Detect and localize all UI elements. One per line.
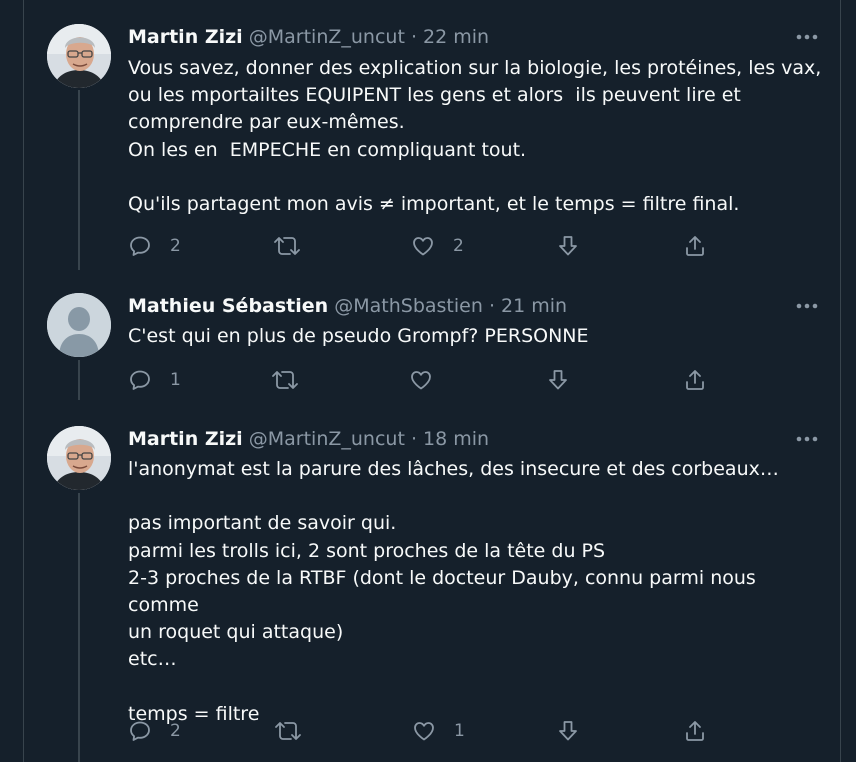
reply-button[interactable]: 2 <box>128 716 181 746</box>
tweet-actions: 1 <box>128 365 718 395</box>
reply-icon <box>130 370 150 390</box>
thread-line <box>78 360 80 400</box>
tweet-actions: 2 2 <box>128 231 718 261</box>
share-button[interactable] <box>683 716 707 746</box>
retweet-button[interactable] <box>271 365 317 395</box>
retweet-icon <box>272 371 298 389</box>
timestamp[interactable]: 22 min <box>423 26 489 48</box>
like-button[interactable]: 1 <box>412 716 465 746</box>
downvote-arrow-icon <box>559 236 577 256</box>
more-dots-icon[interactable] <box>794 294 820 318</box>
tweet-2[interactable]: Mathieu Sébastien @MathSbastien · 21 min… <box>24 270 840 400</box>
avatar[interactable] <box>47 293 111 357</box>
reply-count: 2 <box>170 236 181 256</box>
tweet-header: Martin Zizi @MartinZ_uncut · 18 min <box>128 427 820 451</box>
thread-line <box>78 493 80 762</box>
author-handle[interactable]: @MartinZ_uncut <box>249 428 405 450</box>
retweet-button[interactable] <box>274 716 320 746</box>
more-dots-icon[interactable] <box>794 427 820 451</box>
heart-icon <box>414 722 434 741</box>
separator-dot: · <box>410 26 417 48</box>
downvote-arrow-icon <box>549 370 567 390</box>
heart-icon <box>411 371 431 390</box>
timeline-page: Martin Zizi @MartinZ_uncut · 22 min Vous… <box>0 0 856 762</box>
downvote-button[interactable] <box>556 716 580 746</box>
column-border-right <box>840 0 841 762</box>
like-button[interactable] <box>409 365 451 395</box>
share-icon <box>686 236 704 256</box>
tweet-header: Martin Zizi @MartinZ_uncut · 22 min <box>128 25 820 49</box>
tweet-3[interactable]: Martin Zizi @MartinZ_uncut · 18 min l'an… <box>24 400 840 762</box>
tweet-text: C'est qui en plus de pseudo Grompf? PERS… <box>128 325 589 347</box>
retweet-icon <box>274 237 300 255</box>
downvote-button[interactable] <box>556 231 580 261</box>
share-icon <box>686 370 704 390</box>
avatar[interactable] <box>47 24 111 88</box>
author-handle[interactable]: @MartinZ_uncut <box>249 26 405 48</box>
timestamp[interactable]: 18 min <box>423 428 489 450</box>
heart-icon <box>413 237 433 256</box>
share-button[interactable] <box>683 231 707 261</box>
reply-count: 2 <box>170 721 181 741</box>
tweet-1[interactable]: Martin Zizi @MartinZ_uncut · 22 min Vous… <box>24 0 840 270</box>
author-handle[interactable]: @MathSbastien <box>334 295 483 317</box>
downvote-arrow-icon <box>559 721 577 741</box>
author-name[interactable]: Martin Zizi <box>128 428 243 450</box>
share-button[interactable] <box>683 365 707 395</box>
tweet-actions: 2 1 <box>128 716 718 746</box>
author-name[interactable]: Martin Zizi <box>128 26 243 48</box>
share-icon <box>686 721 704 741</box>
tweet-header: Mathieu Sébastien @MathSbastien · 21 min <box>128 294 820 318</box>
tweet-text: Vous savez, donner des explication sur l… <box>128 57 822 216</box>
like-count: 2 <box>453 236 464 256</box>
reply-button[interactable]: 1 <box>128 365 181 395</box>
retweet-icon <box>275 722 301 740</box>
timestamp[interactable]: 21 min <box>501 295 567 317</box>
author-name[interactable]: Mathieu Sébastien <box>128 295 328 317</box>
like-count: 1 <box>454 721 465 741</box>
downvote-button[interactable] <box>546 365 570 395</box>
more-dots-icon[interactable] <box>794 25 820 49</box>
retweet-button[interactable] <box>273 231 319 261</box>
thread-line <box>78 90 80 270</box>
reply-icon <box>130 236 150 256</box>
separator-dot: · <box>410 428 417 450</box>
reply-button[interactable]: 2 <box>128 231 181 261</box>
reply-count: 1 <box>170 370 181 390</box>
like-button[interactable]: 2 <box>411 231 464 261</box>
separator-dot: · <box>488 295 495 317</box>
avatar[interactable] <box>47 426 111 490</box>
reply-icon <box>130 721 150 741</box>
tweet-text: l'anonymat est la parure des lâches, des… <box>128 458 779 725</box>
